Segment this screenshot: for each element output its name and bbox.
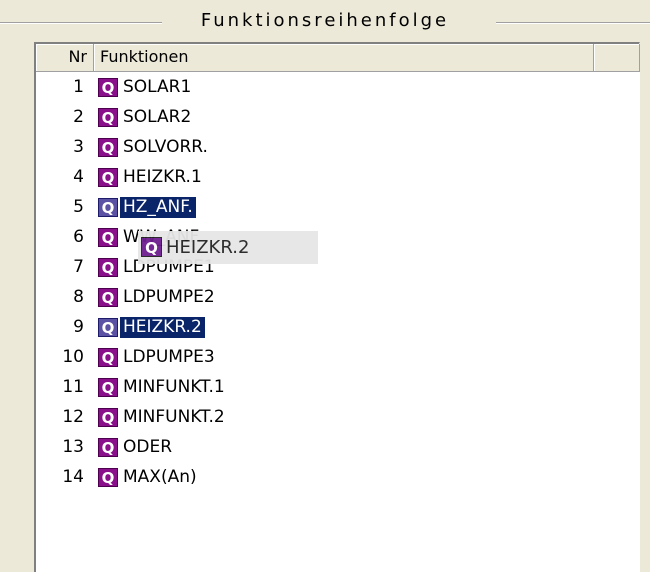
function-q-icon: Q (98, 258, 118, 277)
column-header-empty[interactable] (594, 44, 640, 72)
function-label: SOLVORR. (123, 137, 208, 157)
row-number: 11 (62, 377, 84, 397)
list-item[interactable]: 3 Q SOLVORR. (36, 132, 596, 162)
list-item-selected[interactable]: 9 Q HEIZKR.2 (36, 312, 596, 342)
row-number: 9 (73, 317, 84, 337)
drag-preview-label: HEIZKR.2 (166, 237, 250, 258)
column-header-nr[interactable]: Nr (36, 44, 94, 72)
list-item[interactable]: 4 Q HEIZKR.1 (36, 162, 596, 192)
function-q-icon: Q (98, 438, 118, 457)
row-number: 7 (73, 257, 84, 277)
row-number: 1 (73, 77, 84, 97)
function-q-icon: Q (98, 378, 118, 397)
row-number: 3 (73, 137, 84, 157)
row-number: 4 (73, 167, 84, 187)
list-item[interactable]: 1 Q SOLAR1 (36, 72, 596, 102)
function-q-icon: Q (98, 228, 118, 247)
group-title: Funktionsreihenfolge (0, 7, 650, 35)
column-header-functions[interactable]: Funktionen (94, 44, 594, 72)
list-header: Nr Funktionen (36, 44, 640, 72)
function-q-icon: Q (98, 78, 118, 97)
drag-preview: Q HEIZKR.2 (138, 231, 318, 264)
function-q-icon: Q (98, 198, 118, 217)
function-label: LDPUMPE3 (123, 347, 215, 367)
function-label: HZ_ANF. (120, 197, 196, 218)
function-q-icon: Q (98, 288, 118, 307)
row-number: 2 (73, 107, 84, 127)
function-q-icon: Q (98, 408, 118, 427)
list-item[interactable]: 11 Q MINFUNKT.1 (36, 372, 596, 402)
function-label: MINFUNKT.2 (123, 407, 225, 427)
function-q-icon: Q (98, 168, 118, 187)
function-q-icon: Q (141, 237, 162, 257)
list-item[interactable]: 10 Q LDPUMPE3 (36, 342, 596, 372)
row-number: 10 (62, 347, 84, 367)
function-label: SOLAR1 (123, 77, 192, 97)
function-label: SOLAR2 (123, 107, 192, 127)
function-q-icon: Q (98, 468, 118, 487)
function-label: MAX(An) (123, 467, 197, 487)
function-label: ODER (123, 437, 173, 457)
function-label: MINFUNKT.1 (123, 377, 225, 397)
function-q-icon: Q (98, 108, 118, 127)
list-item[interactable]: 14 Q MAX(An) (36, 462, 596, 492)
list-item-drop-target[interactable]: 5 Q HZ_ANF. (36, 192, 596, 222)
function-label: HEIZKR.1 (123, 167, 202, 187)
function-order-list[interactable]: Nr Funktionen 1 Q SOLAR1 2 Q SOLAR2 3 Q … (34, 42, 640, 572)
list-item[interactable]: 13 Q ODER (36, 432, 596, 462)
list-item[interactable]: 12 Q MINFUNKT.2 (36, 402, 596, 432)
function-label: HEIZKR.2 (119, 316, 206, 339)
list-item[interactable]: 2 Q SOLAR2 (36, 102, 596, 132)
function-q-icon: Q (98, 138, 118, 157)
row-number: 14 (62, 467, 84, 487)
row-number: 6 (73, 227, 84, 247)
function-q-icon: Q (98, 318, 118, 337)
row-number: 12 (62, 407, 84, 427)
function-label: LDPUMPE2 (123, 287, 215, 307)
list-item[interactable]: 8 Q LDPUMPE2 (36, 282, 596, 312)
row-number: 8 (73, 287, 84, 307)
row-number: 5 (73, 197, 84, 217)
row-number: 13 (62, 437, 84, 457)
function-q-icon: Q (98, 348, 118, 367)
